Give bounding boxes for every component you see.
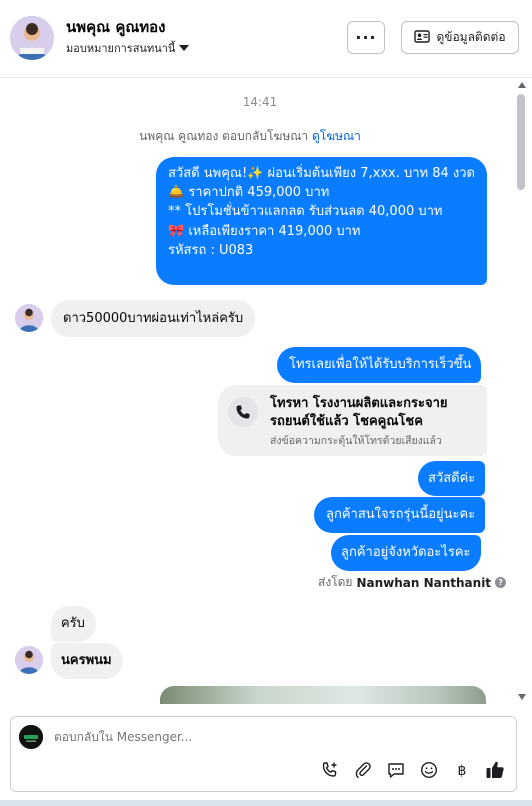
- incoming-message: ครับ: [51, 606, 96, 642]
- assign-conversation-dropdown[interactable]: มอบหมายการสนทนานี้: [66, 39, 190, 57]
- call-request-card[interactable]: โทรหา โรงงานผลิตและกระจายรถยนต์ใช้แล้ว โ…: [218, 385, 487, 456]
- caret-down-icon: [179, 42, 190, 55]
- more-icon: ···: [355, 28, 377, 47]
- info-icon[interactable]: ?: [495, 577, 507, 588]
- ad-reply-note-text: นพคุณ คูณทอง ตอบกลับโฆษณา: [139, 129, 309, 143]
- saved-reply-icon[interactable]: [385, 759, 407, 781]
- ad-reply-note: นพคุณ คูณทอง ตอบกลับโฆษณา ดูโฆษณา: [0, 127, 500, 146]
- view-contact-button[interactable]: ดูข้อมูลติดต่อ: [401, 21, 519, 54]
- sender-name: Nanwhan Nanthanit: [356, 575, 492, 590]
- scroll-down-arrow-icon[interactable]: [518, 694, 526, 700]
- sent-by-label: ส่งโดย Nanwhan Nanthanit ?: [318, 573, 507, 592]
- conversation-panel: นพคุณ คูณทอง มอบหมายการสนทนานี้ ··· ดูข้…: [0, 0, 532, 806]
- conversation-header: นพคุณ คูณทอง มอบหมายการสนทนานี้ ··· ดูข้…: [0, 0, 532, 78]
- outgoing-message: สวัสดีค่ะ: [418, 461, 486, 496]
- more-options-button[interactable]: ···: [347, 21, 385, 54]
- outgoing-ad-message: สวัสดี นพคุณ!✨ ผ่อนเริ่มต้นเพียง 7,xxx. …: [156, 157, 487, 285]
- outgoing-message: ลูกค้าสนใจรถรุ่นนี้อยู่นะคะ: [314, 497, 486, 533]
- view-contact-label: ดูข้อมูลติดต่อ: [436, 30, 506, 44]
- scroll-up-arrow-icon[interactable]: [518, 82, 526, 88]
- page-avatar: [19, 725, 43, 749]
- attach-icon[interactable]: [352, 759, 374, 781]
- assign-label: มอบหมายการสนทนานี้: [66, 42, 176, 55]
- message-timestamp: 14:41: [242, 95, 278, 109]
- view-ad-link[interactable]: ดูโฆษณา: [312, 129, 361, 143]
- outgoing-message: โทรเลยเพื่อให้ได้รับบริการเร็วขึ้น: [277, 347, 482, 383]
- image-attachment-preview[interactable]: [160, 686, 486, 704]
- customer-avatar-small[interactable]: [15, 646, 43, 674]
- phone-icon: [228, 397, 258, 427]
- customer-avatar[interactable]: [10, 16, 54, 60]
- call-card-title: โทรหา โรงงานผลิตและกระจายรถยนต์ใช้แล้ว โ…: [270, 396, 448, 429]
- sent-by-prefix: ส่งโดย: [318, 575, 353, 589]
- incoming-message: ดาว50000บาทผ่อนเท่าไหล่ครับ: [51, 300, 256, 337]
- svg-text:฿: ฿: [458, 763, 467, 779]
- baht-icon[interactable]: ฿: [451, 759, 473, 781]
- thumbs-up-icon[interactable]: [484, 759, 506, 781]
- composer-toolbar: ฿: [319, 759, 506, 781]
- call-add-icon[interactable]: [319, 759, 341, 781]
- message-composer: ฿: [10, 716, 517, 792]
- incoming-message: นครพนม: [51, 643, 123, 679]
- outgoing-message: ลูกค้าอยู่จังหวัดอะไรคะ: [331, 535, 481, 571]
- contact-card-icon: [414, 29, 431, 46]
- window-bottom-edge: [0, 800, 532, 806]
- reply-input[interactable]: [54, 730, 454, 744]
- customer-name: นพคุณ คูณทอง: [66, 18, 166, 36]
- emoji-icon[interactable]: [418, 759, 440, 781]
- message-scrollbar[interactable]: [515, 80, 527, 702]
- customer-avatar-small[interactable]: [15, 304, 43, 332]
- call-card-subtitle: ส่งข้อความกระตุ้นให้โทรด้วยเสียงแล้ว: [270, 435, 442, 447]
